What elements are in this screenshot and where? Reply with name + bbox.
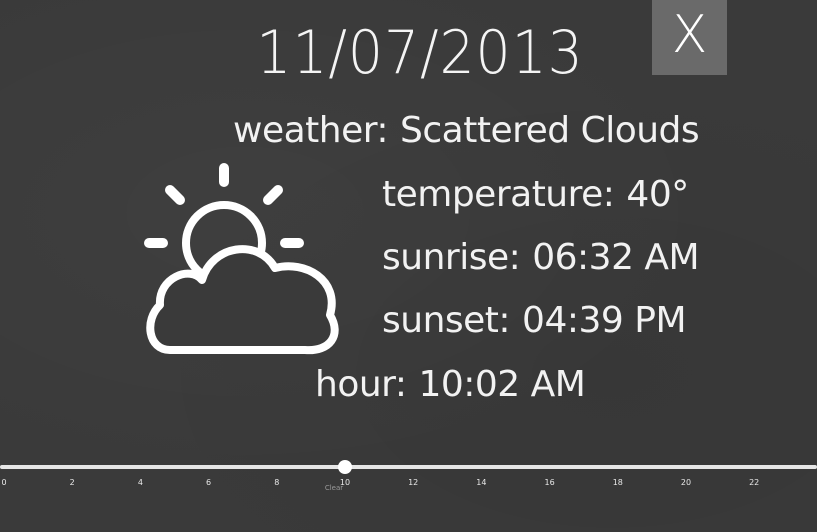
weather-row: weather: Scattered Clouds: [233, 110, 700, 151]
temperature-label: temperature:: [382, 174, 615, 215]
sunrise-value: 06:32 AM: [532, 237, 700, 278]
slider-tick-label: 2: [69, 478, 75, 487]
slider-tick-label: 4: [137, 478, 143, 487]
slider-tick-label: 6: [206, 478, 212, 487]
hour-label: hour:: [315, 364, 407, 405]
hour-value: 10:02 AM: [418, 364, 586, 405]
slider-track[interactable]: [0, 465, 817, 469]
weather-label: weather:: [233, 110, 389, 151]
slider-tick-label: 14: [476, 478, 487, 487]
hour-slider[interactable]: 0 2 4 6 8 10 12 14 16 18 20 22: [0, 458, 817, 498]
sunrise-label: sunrise:: [382, 237, 521, 278]
sunset-label: sunset:: [382, 300, 511, 341]
sunset-value: 04:39 PM: [522, 300, 687, 341]
slider-thumb-caption: Clear: [324, 484, 344, 492]
slider-tick-label: 18: [612, 478, 623, 487]
weather-value: Scattered Clouds: [400, 110, 700, 151]
close-button-label: X: [671, 4, 708, 65]
slider-tick-label: 22: [749, 478, 760, 487]
slider-tick-label: 20: [680, 478, 692, 487]
slider-thumb[interactable]: [338, 460, 352, 474]
partly-cloudy-icon: [144, 163, 339, 355]
sunrise-row: sunrise: 06:32 AM: [382, 237, 700, 278]
temperature-value: 40°: [626, 174, 689, 215]
close-button[interactable]: X: [652, 0, 727, 75]
hour-row: hour: 10:02 AM: [315, 364, 586, 405]
slider-tick-label: 8: [274, 478, 280, 487]
slider-tick-label: 16: [544, 478, 555, 487]
slider-tick-label: 0: [1, 478, 7, 487]
temperature-row: temperature: 40°: [382, 174, 689, 215]
sunset-row: sunset: 04:39 PM: [382, 300, 687, 341]
slider-tick-label: 12: [408, 478, 419, 487]
